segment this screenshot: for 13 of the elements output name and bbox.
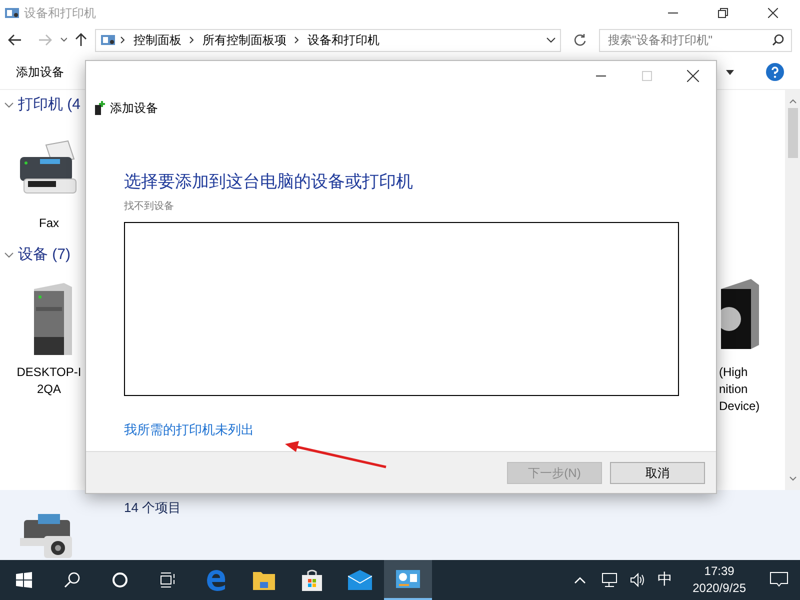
device-label: nition	[719, 381, 748, 398]
dialog-heading: 选择要添加到这台电脑的设备或打印机	[124, 171, 414, 193]
dialog-title: 添加设备	[110, 100, 158, 117]
device-label: Fax	[38, 214, 59, 232]
item-count: 14 个项目	[124, 499, 182, 517]
window-title: 设备和打印机	[24, 4, 97, 22]
clock-time: 17:39	[704, 563, 734, 580]
device-label: DESKTOP-I	[16, 364, 82, 381]
search-status: 找不到设备	[124, 200, 175, 214]
device-label: (High	[719, 364, 748, 381]
device-label: 2QA	[36, 381, 61, 398]
device-label: Device)	[719, 398, 760, 415]
clock-date: 2020/9/25	[692, 580, 746, 597]
